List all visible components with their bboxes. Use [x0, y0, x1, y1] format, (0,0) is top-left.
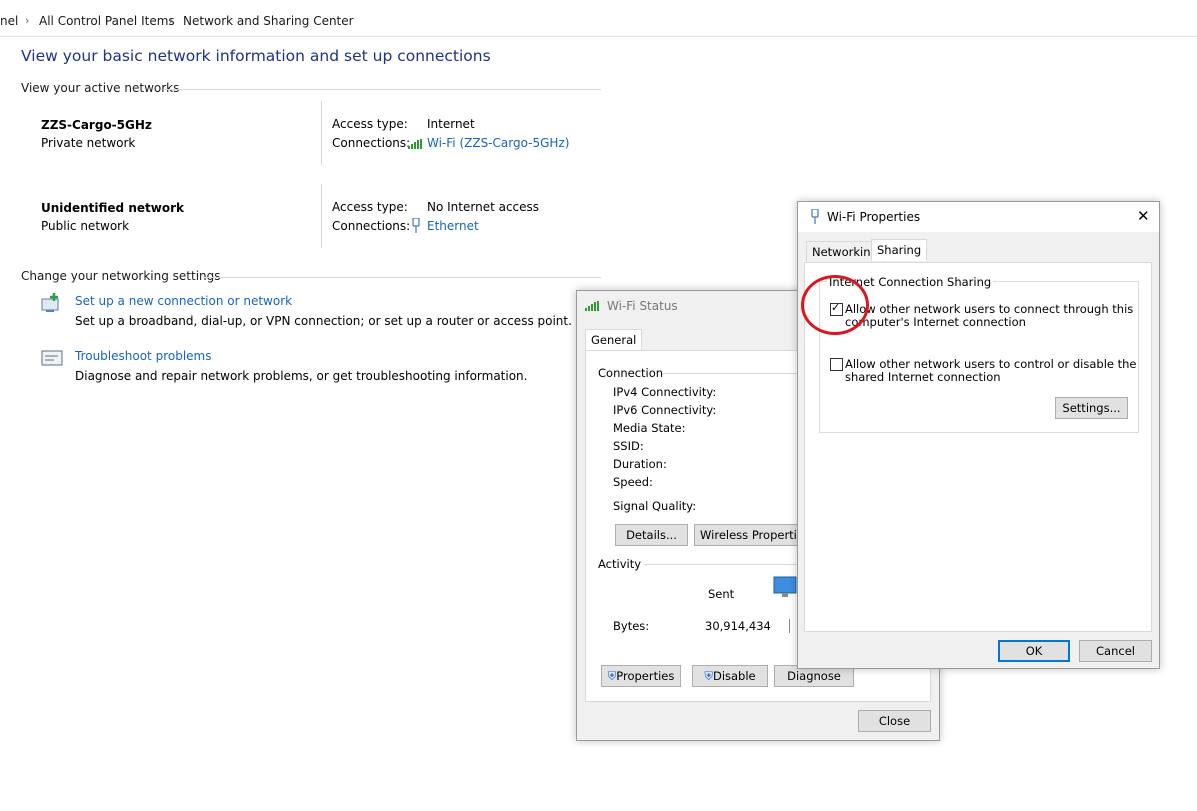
- network-name: ZZS-Cargo-5GHz: [41, 118, 152, 132]
- setup-connection-desc: Set up a broadband, dial-up, or VPN conn…: [75, 314, 572, 328]
- close-icon[interactable]: ✕: [1137, 207, 1150, 225]
- tab-sharing[interactable]: Sharing: [871, 239, 928, 261]
- tab-general[interactable]: General: [585, 329, 643, 351]
- connections-label: Connections:: [332, 219, 411, 233]
- cancel-button[interactable]: Cancel: [1079, 640, 1152, 662]
- dialog-title: Wi-Fi Status: [607, 299, 678, 313]
- active-networks-header: View your active networks: [21, 81, 180, 95]
- change-settings-header: Change your networking settings: [21, 269, 221, 283]
- divider: [321, 101, 322, 165]
- network-category: Public network: [41, 219, 130, 233]
- divider: [789, 619, 790, 633]
- disable-button[interactable]: ⛨Disable: [692, 665, 768, 687]
- disable-label: Disable: [712, 669, 756, 683]
- properties-label: Properties: [616, 669, 675, 683]
- signal-quality-label: Signal Quality:: [613, 499, 697, 513]
- breadcrumb-item-network-sharing[interactable]: Network and Sharing Center: [183, 14, 354, 28]
- ethernet-icon: [411, 217, 421, 236]
- access-type-label: Access type:: [332, 200, 408, 214]
- chevron-right-icon: ›: [25, 14, 30, 27]
- troubleshoot-link[interactable]: Troubleshoot problems: [75, 349, 211, 363]
- details-button[interactable]: Details...: [615, 524, 688, 546]
- allow-control-label: Allow other network users to control or …: [845, 357, 1137, 371]
- allow-connect-label-2: computer's Internet connection: [845, 315, 1026, 329]
- connection-group-label: Connection: [598, 366, 664, 380]
- divider: [203, 277, 601, 278]
- shield-icon: ⛨: [607, 669, 617, 683]
- network-category: Private network: [41, 136, 136, 150]
- allow-connect-label: Allow other network users to connect thr…: [845, 302, 1134, 316]
- page-title: View your basic network information and …: [21, 47, 491, 65]
- troubleshoot-desc: Diagnose and repair network problems, or…: [75, 369, 528, 383]
- wifi-connection-link[interactable]: Wi-Fi (ZZS-Cargo-5GHz): [427, 136, 569, 150]
- divider: [165, 89, 601, 90]
- ethernet-icon: [810, 208, 820, 227]
- divider: [321, 184, 322, 248]
- access-type-label: Access type:: [332, 117, 408, 131]
- media-state-label: Media State:: [613, 421, 686, 435]
- settings-button[interactable]: Settings...: [1055, 397, 1128, 419]
- allow-control-label-2: shared Internet connection: [845, 370, 1001, 384]
- breadcrumb-item-control-panel[interactable]: nel: [0, 14, 18, 28]
- sent-label: Sent: [708, 587, 735, 601]
- troubleshoot-icon: [40, 348, 64, 373]
- ethernet-connection-link[interactable]: Ethernet: [427, 219, 479, 233]
- speed-label: Speed:: [613, 475, 653, 489]
- annotation-circle: [801, 275, 869, 335]
- ssid-label: SSID:: [613, 439, 644, 453]
- wifi-signal-icon: [585, 300, 601, 314]
- access-type-value: Internet: [427, 117, 475, 131]
- shield-icon: ⛨: [704, 669, 713, 683]
- bytes-label: Bytes:: [613, 619, 650, 633]
- connections-label: Connections:: [332, 136, 411, 150]
- breadcrumb-item-all-items[interactable]: All Control Panel Items: [39, 14, 175, 28]
- dialog-title: Wi-Fi Properties: [827, 210, 921, 224]
- network-name: Unidentified network: [41, 201, 184, 215]
- ok-button[interactable]: OK: [998, 640, 1070, 662]
- dialog-titlebar[interactable]: Wi-Fi Properties ✕: [798, 202, 1159, 232]
- properties-button[interactable]: ⛨Properties: [601, 665, 681, 687]
- new-connection-icon: [40, 293, 64, 318]
- chevron-right-icon: ›: [169, 14, 174, 27]
- duration-label: Duration:: [613, 457, 667, 471]
- ipv6-label: IPv6 Connectivity:: [613, 403, 717, 417]
- close-button[interactable]: Close: [858, 710, 931, 732]
- computer-icon: [772, 575, 798, 604]
- wifi-properties-dialog: Wi-Fi Properties ✕ Networking Sharing In…: [797, 201, 1160, 669]
- bytes-sent-value: 30,914,434: [705, 619, 771, 633]
- wifi-signal-icon: [408, 138, 424, 152]
- ipv4-label: IPv4 Connectivity:: [613, 385, 717, 399]
- breadcrumb: nel › All Control Panel Items › Network …: [0, 8, 1197, 37]
- setup-connection-link[interactable]: Set up a new connection or network: [75, 294, 292, 308]
- allow-control-checkbox[interactable]: [830, 358, 843, 371]
- activity-group-label: Activity: [598, 557, 642, 571]
- access-type-value: No Internet access: [427, 200, 540, 214]
